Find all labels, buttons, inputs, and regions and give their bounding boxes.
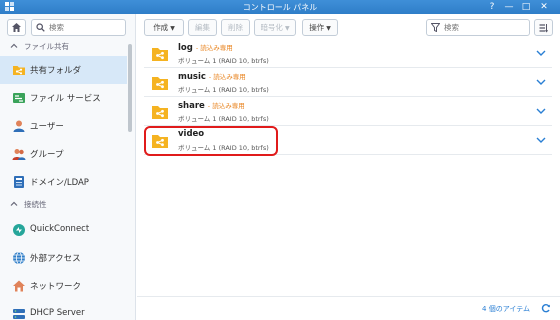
home-icon (12, 23, 21, 32)
toolbar: 作成 ▼ 編集 削除 暗号化 ▼ 操作 ▼ (137, 14, 560, 40)
folder-search-input[interactable] (444, 21, 526, 34)
chevron-down-icon[interactable] (536, 49, 546, 57)
folder-name: log - 読込み専用 (178, 42, 233, 53)
view-options-button[interactable] (534, 19, 553, 36)
sidebar-item-label: ネットワーク (30, 282, 82, 292)
sidebar-item-quickconnect[interactable]: QuickConnect (0, 216, 127, 244)
sidebar-search-input[interactable] (49, 21, 121, 34)
sidebar-item-file-services[interactable]: ファイル サービス (0, 84, 127, 112)
sidebar-item-label: QuickConnect (30, 224, 90, 234)
folder-description: ボリューム 1 (RAID 10, btrfs) (178, 57, 269, 65)
chevron-up-icon (10, 43, 18, 48)
main-panel: 作成▼ 編集 削除 暗号化▼ 操作▼ lo (137, 14, 560, 320)
external-access-icon (13, 251, 25, 265)
home-button[interactable] (7, 19, 26, 36)
window-title: コントロール パネル (242, 3, 318, 12)
sidebar-item-group[interactable]: グループ (0, 140, 127, 168)
video-folder-highlight (144, 126, 278, 156)
folder-row-share[interactable]: share - 読込み専用 ボリューム 1 (RAID 10, btrfs) (144, 98, 552, 126)
chevron-down-icon[interactable] (536, 107, 546, 115)
quickconnect-icon (13, 224, 25, 236)
folder-search-box[interactable] (426, 19, 530, 36)
section-connectivity[interactable]: 接続性 (0, 198, 126, 212)
dhcp-icon (13, 309, 25, 319)
status-footer: 4 個のアイテム (137, 296, 560, 320)
refresh-icon[interactable] (541, 303, 551, 313)
sidebar-item-external-access[interactable]: 外部アクセス (0, 244, 127, 272)
user-icon (13, 120, 25, 132)
chevron-down-icon[interactable] (536, 136, 546, 144)
folder-description: ボリューム 1 (RAID 10, btrfs) (178, 86, 269, 94)
encrypt-button-label: 暗号化 (260, 23, 283, 32)
sidebar-item-label: グループ (30, 150, 64, 160)
item-count: 4 個のアイテム (482, 305, 530, 313)
shared-folder-icon (152, 106, 168, 119)
sidebar-item-network[interactable]: ネットワーク (0, 272, 127, 300)
create-button-label: 作成 (153, 23, 169, 32)
sidebar-search-box[interactable] (31, 19, 126, 36)
folder-name-text: music (178, 72, 206, 82)
folder-row-music[interactable]: music - 読込み専用 ボリューム 1 (RAID 10, btrfs) (144, 69, 552, 97)
section-label: 接続性 (24, 200, 47, 209)
dropdown-caret-icon: ▼ (170, 25, 175, 32)
close-button[interactable]: ✕ (538, 1, 550, 13)
create-button[interactable]: 作成 ▼ (144, 19, 184, 36)
sidebar-item-label: 共有フォルダ (30, 66, 82, 76)
action-button-label: 操作 (309, 23, 325, 32)
shared-folder-icon (13, 66, 25, 75)
sidebar-item-domain-ldap[interactable]: ドメイン/LDAP (0, 168, 127, 196)
file-services-icon (13, 93, 25, 103)
sidebar-item-label: 外部アクセス (30, 254, 81, 264)
chevron-up-icon (10, 201, 18, 206)
filter-icon (431, 23, 440, 32)
sidebar-item-label: DHCP Server (30, 308, 85, 318)
folder-name: share - 読込み専用 (178, 100, 245, 111)
read-only-badge: - 読込み専用 (208, 73, 246, 81)
folder-name: music - 読込み専用 (178, 71, 246, 82)
domain-icon (14, 176, 24, 188)
sidebar-item-shared-folder[interactable]: 共有フォルダ (0, 56, 127, 84)
sidebar: ファイル共有 共有フォルダ ファイル サービス ユーザー グループ (0, 14, 136, 320)
delete-button[interactable]: 削除 (221, 19, 250, 36)
sidebar-scrollbar[interactable] (128, 44, 132, 132)
help-button[interactable]: ? (486, 1, 498, 13)
sidebar-top-row (0, 14, 135, 40)
list-view-icon (539, 24, 548, 33)
folder-row-log[interactable]: log - 読込み専用 ボリューム 1 (RAID 10, btrfs) (144, 40, 552, 68)
dropdown-caret-icon: ▼ (284, 25, 290, 32)
sidebar-item-dhcp-server[interactable]: DHCP Server (0, 300, 127, 320)
network-icon (13, 280, 25, 292)
minimize-button[interactable]: — (503, 1, 515, 13)
shared-folder-icon (152, 48, 168, 61)
sidebar-item-label: ドメイン/LDAP (30, 178, 89, 188)
read-only-badge: - 読込み専用 (207, 102, 245, 110)
sidebar-item-user[interactable]: ユーザー (0, 112, 127, 140)
window-titlebar: コントロール パネル ? — □ ✕ (0, 0, 560, 14)
chevron-down-icon[interactable] (536, 78, 546, 86)
folder-description: ボリューム 1 (RAID 10, btrfs) (178, 115, 269, 123)
maximize-button[interactable]: □ (520, 1, 532, 13)
folder-name-text: share (178, 101, 205, 111)
sidebar-item-label: ファイル サービス (30, 94, 101, 104)
group-icon (12, 149, 26, 160)
folder-name-text: log (178, 43, 193, 53)
shared-folder-icon (152, 77, 168, 90)
dropdown-caret-icon: ▼ (326, 25, 331, 32)
sidebar-item-label: ユーザー (30, 122, 64, 132)
search-icon (36, 23, 45, 32)
section-file-sharing[interactable]: ファイル共有 (0, 40, 126, 54)
section-label: ファイル共有 (24, 42, 69, 51)
read-only-badge: - 読込み専用 (195, 44, 233, 52)
action-button[interactable]: 操作 ▼ (302, 19, 338, 36)
encrypt-button[interactable]: 暗号化 ▼ (254, 19, 296, 36)
edit-button[interactable]: 編集 (188, 19, 217, 36)
